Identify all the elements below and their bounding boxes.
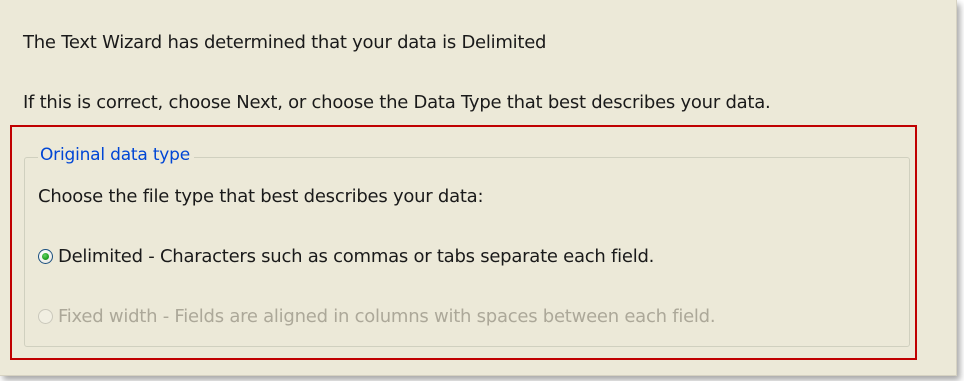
group-legend: Original data type [38,145,194,165]
fixed-width-radio-button [38,309,53,324]
determined-type-text: The Text Wizard has determined that your… [23,32,547,53]
instruction-text: If this is correct, choose Next, or choo… [23,92,771,113]
file-type-prompt: Choose the file type that best describes… [38,186,484,207]
delimited-option-label[interactable]: Delimited - Characters such as commas or… [58,246,654,267]
delimited-radio-button[interactable] [38,249,53,264]
delimited-option[interactable]: Delimited - Characters such as commas or… [38,246,654,267]
original-data-type-group: Original data type Choose the file type … [24,145,910,347]
fixed-width-option: Fixed width - Fields are aligned in colu… [38,306,716,327]
fixed-width-option-label: Fixed width - Fields are aligned in colu… [58,306,716,327]
text-wizard-dialog: The Text Wizard has determined that your… [0,0,957,376]
